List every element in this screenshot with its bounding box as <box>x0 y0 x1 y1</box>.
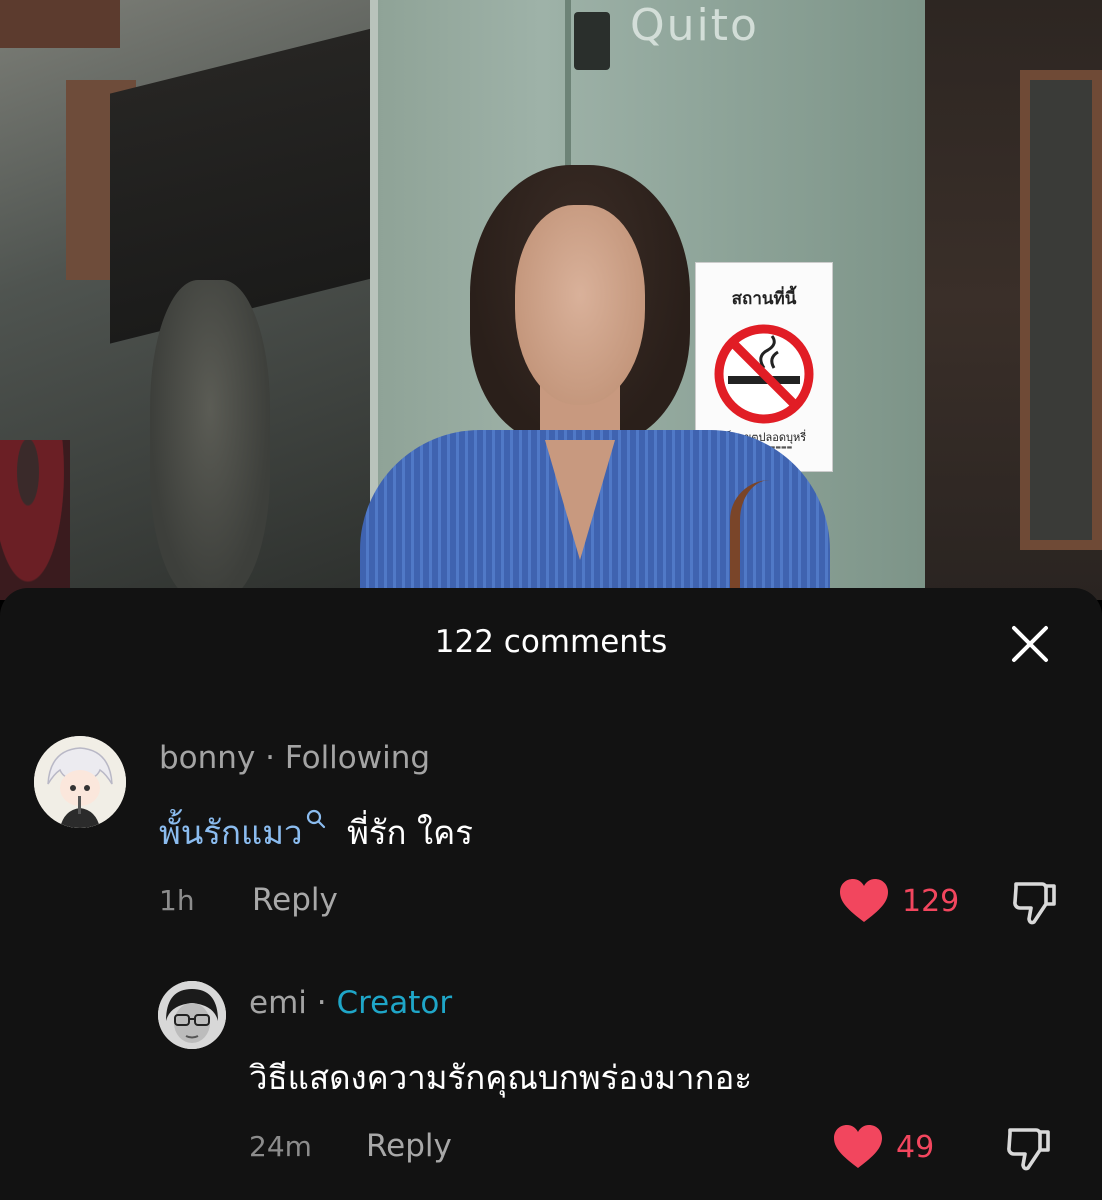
reply-button[interactable]: Reply <box>252 882 338 918</box>
awning-top <box>0 0 120 48</box>
box-hinge <box>574 12 610 70</box>
like-count: 49 <box>896 1129 935 1165</box>
comment-time: 24m <box>249 1130 312 1163</box>
thumbs-down-icon <box>1013 882 1056 925</box>
avatar[interactable] <box>158 981 226 1049</box>
heart-icon <box>840 879 888 922</box>
search-icon <box>306 809 325 829</box>
background-person <box>0 440 70 600</box>
comment-text: วิธีแสดงความรักคุณบกพร่องมากอะ <box>249 1058 753 1097</box>
username[interactable]: emi <box>249 985 307 1021</box>
heart-icon <box>834 1125 882 1168</box>
bag-strap <box>730 480 770 600</box>
post-photo: Quito สถานที่นี้ เป็นเขตปลอดบุหรี่ ▬▬▬▬▬… <box>0 0 1102 600</box>
like-button[interactable]: 129 <box>838 878 959 924</box>
separator-dot: · <box>316 985 327 1021</box>
close-button[interactable] <box>1002 624 1056 668</box>
comment-text: พั้นรักแมว พี่รัก ใคร <box>159 806 473 859</box>
avatar[interactable] <box>34 736 126 828</box>
search-link[interactable]: พั้นรักแมว <box>159 809 327 852</box>
close-icon <box>1012 626 1048 662</box>
door-frame <box>1020 70 1102 550</box>
dislike-button[interactable] <box>1004 1124 1054 1174</box>
comment-time: 1h <box>159 884 195 917</box>
creator-badge: Creator <box>336 985 453 1021</box>
no-smoking-icon <box>712 322 816 426</box>
like-count: 129 <box>902 883 960 919</box>
comment-body: พี่รัก ใคร <box>347 813 473 852</box>
thumbs-down-icon <box>1007 1128 1050 1171</box>
comment-username-line: emi · Creator <box>249 985 452 1021</box>
comments-sheet: 122 comments bonny · Following พั้นรักแม… <box>0 588 1102 1200</box>
username[interactable]: bonny <box>159 740 255 776</box>
search-link-text: พั้นรักแมว <box>159 813 303 852</box>
subject-face <box>515 205 645 405</box>
reply-button[interactable]: Reply <box>366 1128 452 1164</box>
graffiti-text: Quito <box>630 0 759 51</box>
tree <box>150 280 270 600</box>
separator-dot: · <box>265 740 276 776</box>
comment-username-line: bonny · Following <box>159 740 430 776</box>
like-button[interactable]: 49 <box>832 1124 934 1170</box>
following-badge: Following <box>284 740 431 776</box>
dislike-button[interactable] <box>1010 878 1060 928</box>
comments-count-title: 122 comments <box>434 624 668 660</box>
sign-top-text: สถานที่นี้ <box>731 289 797 309</box>
